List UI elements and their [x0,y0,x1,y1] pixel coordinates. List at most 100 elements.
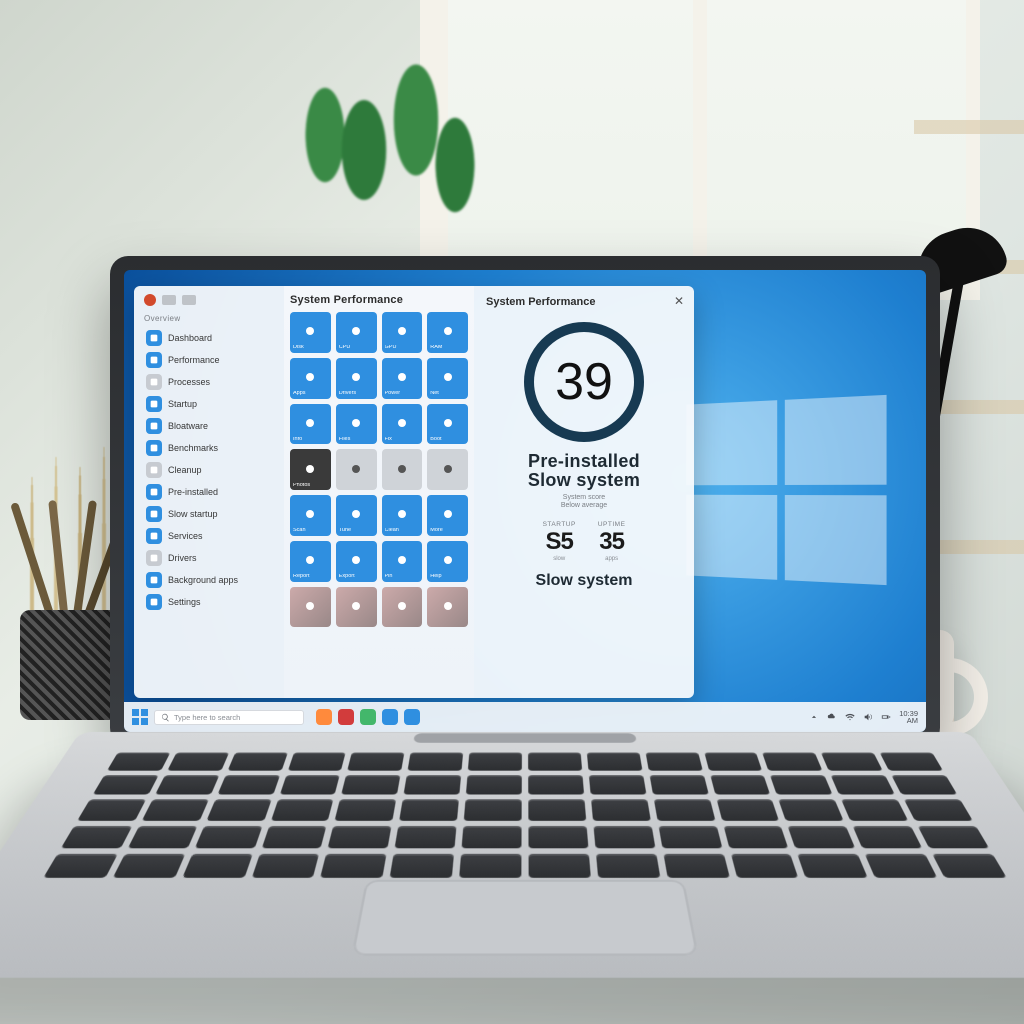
tile-label: Fix [385,437,420,443]
tile[interactable]: Scan [290,495,331,536]
tile[interactable]: Files [336,404,377,445]
tile[interactable]: RAM [427,312,468,353]
stat-startup: STARTUP S5 slow [543,521,576,562]
tile[interactable]: Pin [382,541,423,582]
tile-label: Pin [385,574,420,580]
sidebar-item-label: Slow startup [168,509,218,519]
tile-label: Boot [430,437,465,443]
taskbar-app-5[interactable] [404,709,420,725]
tile-label: More [430,528,465,534]
taskbar: Type here to search 10:39 [124,702,926,732]
system-tray: 10:39 AM [809,710,918,725]
tile-label: Tune [339,528,374,534]
tile[interactable]: Help [427,541,468,582]
sidebar-item[interactable]: Settings [144,591,276,613]
panel-footer: Slow system [536,572,633,590]
sidebar-item-label: Settings [168,597,201,607]
app-icon [146,528,162,544]
sidebar-item[interactable]: Dashboard [144,327,276,349]
sidebar-section-label: Overview [144,314,276,323]
wifi-icon[interactable] [845,712,855,722]
tile[interactable] [382,449,423,490]
sidebar-item[interactable]: Startup [144,393,276,415]
tile[interactable]: Apps [290,358,331,399]
tile-label: Export [339,574,374,580]
taskbar-clock[interactable]: 10:39 AM [899,710,918,725]
tile[interactable]: Power [382,358,423,399]
stat-caption: slow [553,556,565,562]
tile-label: Disk [293,345,328,351]
tiles-panel: System Performance DiskCPUGPURAMAppsDriv… [284,286,474,698]
taskbar-app-3[interactable] [360,709,376,725]
tile[interactable]: Tune [336,495,377,536]
sidebar-item[interactable]: Cleanup [144,459,276,481]
sidebar-item-label: Performance [168,355,220,365]
sidebar-item-label: Background apps [168,575,238,585]
tile-label: Files [339,437,374,443]
power-icon[interactable] [144,294,156,306]
sidebar-item-label: Dashboard [168,333,212,343]
stat-value: 35 [599,528,624,556]
sidebar-item[interactable]: Bloatware [144,415,276,437]
tile[interactable] [336,449,377,490]
tile-label: Drivers [339,391,374,397]
chevron-up-icon[interactable] [809,712,819,722]
sidebar-item[interactable]: Services [144,525,276,547]
search-icon [161,713,170,722]
sidebar-item[interactable]: Performance [144,349,276,371]
tile[interactable] [382,587,423,628]
tile[interactable]: Drivers [336,358,377,399]
stat-header: UPTIME [598,521,626,528]
taskbar-app-1[interactable] [316,709,332,725]
tile[interactable]: GPU [382,312,423,353]
tile[interactable]: Info [290,404,331,445]
tile[interactable]: Export [336,541,377,582]
app-icon [146,484,162,500]
tile-label: RAM [430,345,465,351]
taskbar-search[interactable]: Type here to search [154,710,304,725]
tile[interactable] [427,449,468,490]
tile-label: Apps [293,391,328,397]
sidebar-item[interactable]: Processes [144,371,276,393]
tile[interactable] [336,587,377,628]
tile[interactable]: Clean [382,495,423,536]
tile-label: Report [293,574,328,580]
battery-icon[interactable] [881,712,891,722]
tile[interactable]: CPU [336,312,377,353]
panel-header: System Performance [486,296,595,308]
panel-subtitle: System score Below average [561,494,607,511]
tile-label: Power [385,391,420,397]
expand-icon[interactable] [162,295,176,305]
search-placeholder: Type here to search [174,713,240,722]
sidebar-item-label: Services [168,531,203,541]
sidebar-item-label: Processes [168,377,210,387]
close-icon[interactable]: ✕ [672,294,686,308]
taskbar-app-2[interactable] [338,709,354,725]
tile-label: Info [293,437,328,443]
app-icon [146,506,162,522]
sidebar-item[interactable]: Pre-installed [144,481,276,503]
sidebar-item[interactable]: Benchmarks [144,437,276,459]
app-icon [146,462,162,478]
start-button[interactable] [132,709,148,725]
tile[interactable]: Fix [382,404,423,445]
tile[interactable]: Report [290,541,331,582]
tile[interactable]: Disk [290,312,331,353]
app-icon [146,374,162,390]
tile[interactable]: Boot [427,404,468,445]
taskbar-app-4[interactable] [382,709,398,725]
more-icon[interactable] [182,295,196,305]
sidebar-item[interactable]: Background apps [144,569,276,591]
taskbar-pinned [316,709,420,725]
onedrive-icon[interactable] [827,712,837,722]
tile[interactable] [427,587,468,628]
tile[interactable]: Net [427,358,468,399]
sidebar-item[interactable]: Drivers [144,547,276,569]
sidebar-item[interactable]: Slow startup [144,503,276,525]
tile[interactable]: Photos [290,449,331,490]
tile[interactable] [290,587,331,628]
volume-icon[interactable] [863,712,873,722]
stats-row: STARTUP S5 slow UPTIME 35 apps [543,521,626,562]
trackpad [351,880,699,956]
tile[interactable]: More [427,495,468,536]
